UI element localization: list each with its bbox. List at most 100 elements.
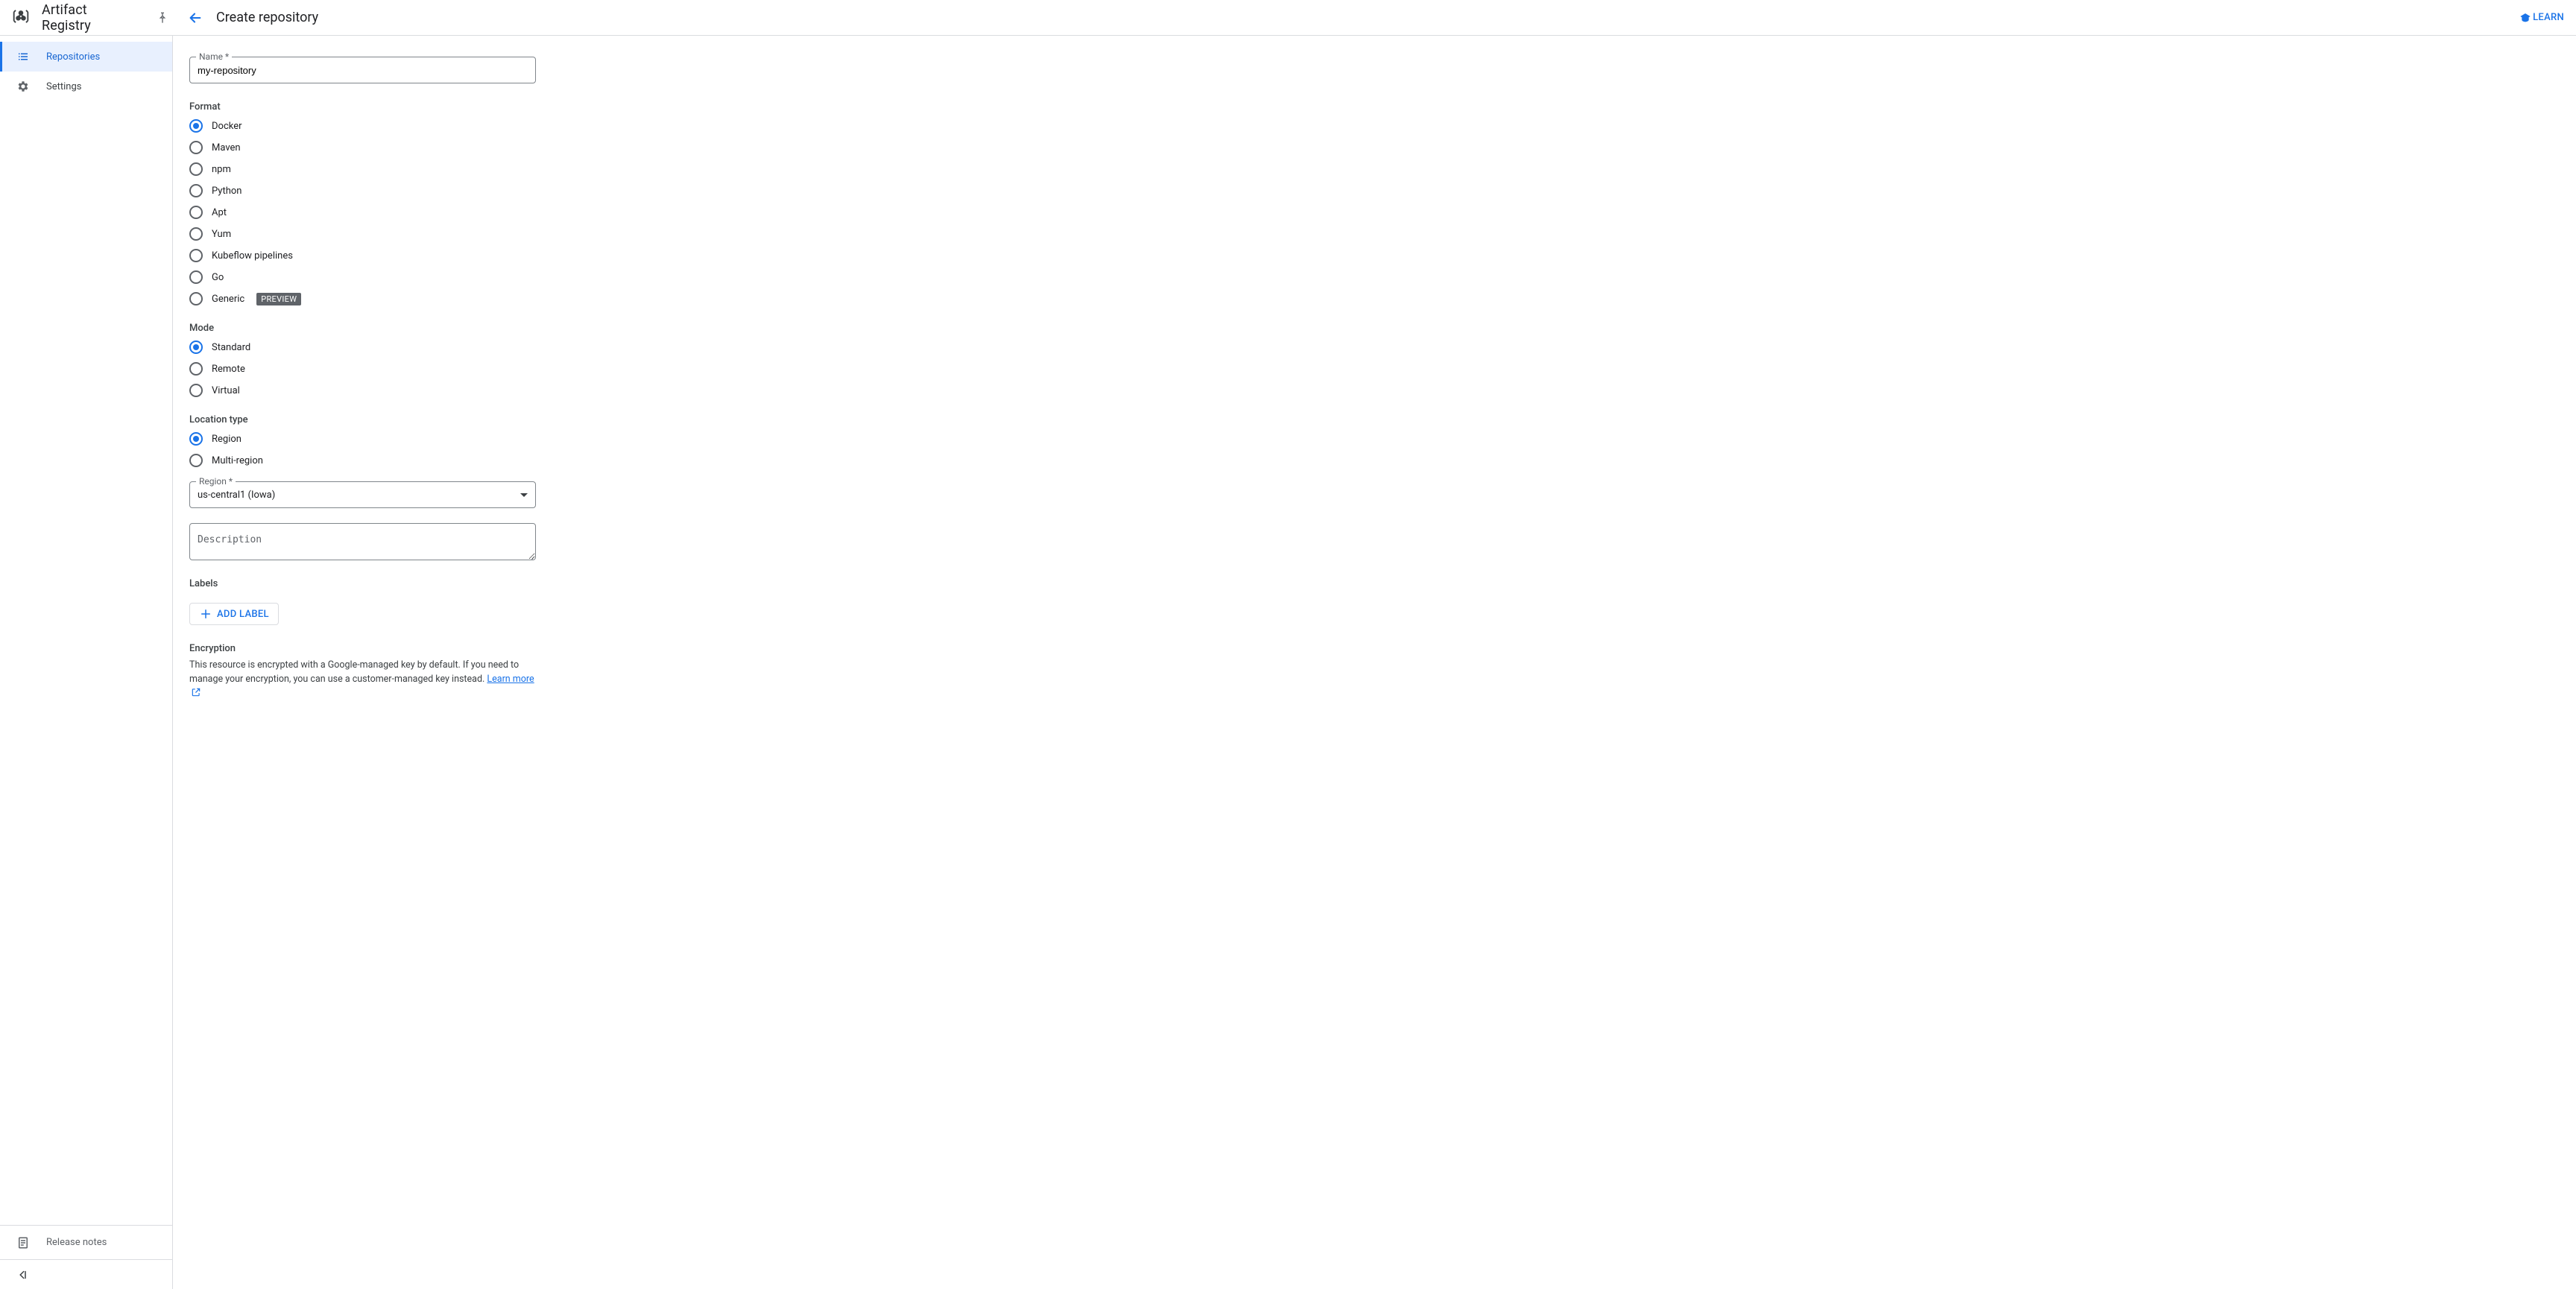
radio-icon [189, 249, 203, 262]
radio-icon [189, 270, 203, 284]
encryption-body-text: This resource is encrypted with a Google… [189, 659, 519, 685]
body: Repositories Settings Release notes [0, 36, 2576, 1289]
location-option-multi-region[interactable]: Multi-region [189, 452, 536, 469]
radio-label: Yum [212, 229, 231, 240]
radio-label: Multi-region [212, 455, 263, 466]
radio-label: Region [212, 434, 242, 445]
format-option-kubeflow[interactable]: Kubeflow pipelines [189, 247, 536, 265]
radio-icon [189, 362, 203, 376]
topbar: Artifact Registry Create repository [0, 0, 2576, 36]
learn-label: LEARN [2533, 12, 2564, 23]
graduation-cap-icon [2519, 12, 2531, 24]
radio-label: Maven [212, 142, 241, 153]
encryption-description: This resource is encrypted with a Google… [189, 659, 536, 700]
radio-icon [189, 184, 203, 197]
radio-icon [189, 384, 203, 397]
region-value: us-central1 (Iowa) [198, 490, 275, 501]
sidebar-nav: Repositories Settings [0, 36, 172, 1225]
sidebar-item-label: Repositories [46, 51, 100, 63]
location-type-radio-group: Region Multi-region [189, 430, 536, 469]
release-notes-label: Release notes [46, 1237, 107, 1248]
app-root: Artifact Registry Create repository [0, 0, 2576, 1289]
sidebar: Repositories Settings Release notes [0, 36, 173, 1289]
format-heading: Format [189, 101, 536, 113]
mode-option-virtual[interactable]: Virtual [189, 381, 536, 399]
list-icon [16, 50, 30, 63]
radio-label: Docker [212, 121, 242, 132]
description-textarea[interactable] [190, 524, 532, 557]
chevron-down-icon [520, 493, 528, 497]
encryption-heading: Encryption [189, 643, 536, 654]
mode-option-remote[interactable]: Remote [189, 360, 536, 378]
radio-icon [189, 141, 203, 154]
radio-icon [189, 206, 203, 219]
product-name: Artifact Registry [42, 2, 139, 34]
radio-label: Apt [212, 207, 227, 218]
radio-icon [189, 292, 203, 305]
create-repo-form: Name * Format Docker Maven [189, 57, 536, 700]
notes-icon [16, 1236, 30, 1250]
external-link-icon [191, 687, 201, 697]
preview-badge: PREVIEW [256, 293, 301, 305]
topbar-main: Create repository [173, 9, 2519, 27]
arrow-left-icon [187, 10, 203, 26]
back-button[interactable] [186, 9, 204, 27]
mode-option-standard[interactable]: Standard [189, 338, 536, 356]
radio-label: Generic [212, 294, 244, 305]
pin-icon [157, 12, 168, 24]
pin-button[interactable] [152, 7, 173, 28]
radio-label: Go [212, 272, 224, 283]
radio-icon [189, 432, 203, 446]
format-option-docker[interactable]: Docker [189, 117, 536, 135]
sidebar-item-repositories[interactable]: Repositories [0, 42, 172, 72]
page-title: Create repository [216, 10, 318, 25]
format-radio-group: Docker Maven npm Python [189, 117, 536, 308]
format-option-go[interactable]: Go [189, 268, 536, 286]
learn-more-text: Learn more [487, 674, 534, 685]
radio-label: Virtual [212, 385, 240, 396]
artifact-registry-icon [10, 6, 31, 30]
mode-heading: Mode [189, 323, 536, 334]
format-option-apt[interactable]: Apt [189, 203, 536, 221]
gear-icon [16, 80, 30, 93]
resize-handle[interactable] [526, 551, 534, 558]
radio-label: Python [212, 186, 242, 197]
radio-label: Standard [212, 342, 250, 353]
radio-label: Remote [212, 364, 245, 375]
radio-icon [189, 341, 203, 354]
plus-icon [199, 607, 212, 621]
name-input[interactable] [190, 57, 535, 83]
radio-icon [189, 119, 203, 133]
name-label: Name * [196, 51, 232, 62]
radio-icon [189, 454, 203, 467]
radio-icon [189, 162, 203, 176]
format-option-python[interactable]: Python [189, 182, 536, 200]
name-field[interactable]: Name * [189, 57, 536, 83]
radio-icon [189, 227, 203, 241]
format-option-yum[interactable]: Yum [189, 225, 536, 243]
sidebar-item-label: Settings [46, 81, 81, 92]
topbar-left: Artifact Registry [0, 2, 173, 34]
learn-button[interactable]: LEARN [2519, 12, 2564, 24]
region-label: Region * [196, 476, 236, 487]
format-option-maven[interactable]: Maven [189, 139, 536, 156]
main-content[interactable]: Name * Format Docker Maven [173, 36, 2576, 1289]
radio-label: npm [212, 164, 231, 175]
location-type-heading: Location type [189, 414, 536, 425]
release-notes-link[interactable]: Release notes [0, 1225, 172, 1259]
chevron-left-bar-icon [16, 1268, 30, 1282]
description-field[interactable] [189, 523, 536, 560]
topbar-right: LEARN [2519, 12, 2576, 24]
location-option-region[interactable]: Region [189, 430, 536, 448]
learn-more-link[interactable]: Learn more [487, 674, 534, 685]
radio-label: Kubeflow pipelines [212, 250, 293, 262]
mode-radio-group: Standard Remote Virtual [189, 338, 536, 399]
sidebar-collapse-button[interactable] [0, 1259, 172, 1289]
format-option-npm[interactable]: npm [189, 160, 536, 178]
add-label-button[interactable]: ADD LABEL [189, 603, 279, 625]
add-label-text: ADD LABEL [217, 609, 269, 620]
labels-heading: Labels [189, 578, 536, 589]
format-option-generic[interactable]: Generic PREVIEW [189, 290, 536, 308]
sidebar-item-settings[interactable]: Settings [0, 72, 172, 101]
region-select[interactable]: Region * us-central1 (Iowa) [189, 481, 536, 508]
